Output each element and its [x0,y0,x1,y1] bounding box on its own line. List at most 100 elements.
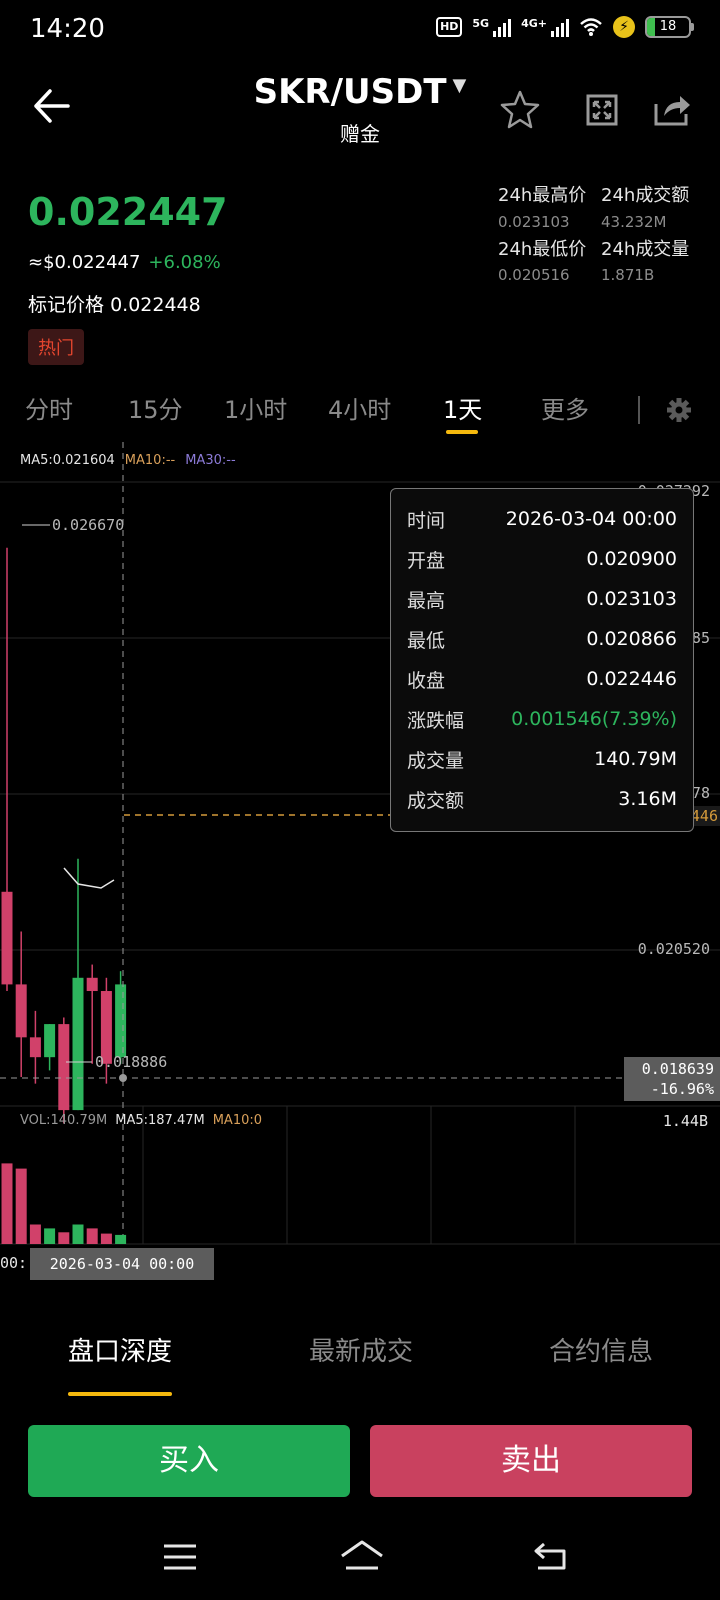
fullscreen-icon[interactable] [580,88,624,132]
tab-contract-info[interactable]: 合约信息 [549,1331,653,1368]
pair-name: SKR/USDT [253,72,447,112]
status-icons: HD 5G 4G+ ⚡ 18 [436,16,694,38]
usd-price: ≈$0.022447 [28,252,141,273]
tooltip-label: 最高 [407,589,446,612]
stat-value-volume: 1.871B [601,266,655,284]
tooltip-label: 最低 [407,629,446,652]
tooltip-value: 0.001546(7.39%) [511,708,677,730]
crosshair-pct: -16.96% [650,1080,714,1098]
stat-value-low: 0.020516 [498,266,570,284]
volume-ma5: MA5:187.47M [115,1113,205,1128]
stat-label-low: 24h最低价 [498,239,587,260]
crosshair-time-box: 2026-03-04 00:00 [30,1248,214,1280]
volume-ma10: MA10:0 [212,1113,263,1128]
stat-label-high: 24h最高价 [498,185,587,206]
signal-2-label: 4G+ [521,17,547,30]
tab-order-depth[interactable]: 盘口深度 [68,1331,172,1368]
volume-bar [29,1224,41,1244]
tooltip-value: 0.023103 [586,588,677,610]
volume-bar [44,1228,56,1244]
ma5-line [63,867,115,889]
stat-label-volume: 24h成交量 [601,239,690,260]
tab-15m[interactable]: 15分 [128,390,183,425]
tooltip-row: 收盘 0.022446 [407,659,677,699]
mark-price-label: 标记价格 [28,294,105,316]
crosshair-price: 0.018639 [641,1060,714,1078]
crosshair-point [119,1074,127,1082]
low-marker-label: 0.018886 [95,1053,167,1071]
tooltip-value: 0.020900 [586,548,677,570]
volume-bar [86,1228,98,1244]
tab-1h[interactable]: 1小时 [224,390,287,425]
tooltip-value: 140.79M [594,748,677,770]
crosshair-price-box: 0.018639 -16.96% [624,1057,720,1101]
candle-body[interactable] [72,977,84,1111]
volume-axis-max: 1.44B [662,1112,708,1130]
candle-body[interactable] [29,1037,41,1058]
volume-value: VOL:140.79M [20,1113,108,1128]
volume-bar [100,1233,112,1244]
signal-1-label: 5G [472,17,490,30]
tooltip-value: 0.020866 [586,628,677,650]
tooltip-row: 开盘 0.020900 [407,539,677,579]
signal-5g-icon: 5G [472,17,512,37]
candle-body[interactable] [58,1024,70,1111]
tab-4h[interactable]: 4小时 [328,390,391,425]
tooltip-label: 成交额 [407,789,465,812]
tab-separator [638,396,640,424]
stat-label-turnover: 24h成交额 [601,185,690,206]
tooltip-value: 0.022446 [586,668,677,690]
candle-body[interactable] [44,1024,56,1058]
status-time: 14:20 [30,14,105,44]
menu-icon[interactable] [162,1542,198,1572]
tooltip-label: 涨跌幅 [407,709,465,732]
pair-dropdown-icon: ▼ [452,75,467,96]
tooltip-label: 成交量 [407,749,465,772]
favorite-star-icon[interactable] [498,88,542,132]
chart-settings-gear-icon[interactable] [666,397,692,423]
time-axis-fragment: 00: [0,1254,28,1272]
stat-value-high: 0.023103 [498,213,570,231]
tooltip-label: 时间 [407,509,446,532]
tab-more[interactable]: 更多 [541,390,589,425]
tooltip-row: 成交量 140.79M [407,739,677,779]
hd-badge: HD [436,17,463,37]
candle-body[interactable] [115,984,127,1058]
volume-indicator-row: VOL:140.79M MA5:187.47M MA10:0 [20,1113,262,1128]
buy-button[interactable]: 买入 [28,1425,350,1497]
home-icon[interactable] [338,1538,386,1574]
last-price: 0.022447 [28,190,228,234]
candle-body[interactable] [1,891,13,985]
tab-1d[interactable]: 1天 [443,390,482,425]
tooltip-row: 成交额 3.16M [407,779,677,819]
tooltip-label: 收盘 [407,669,446,692]
candle-body[interactable] [15,984,27,1038]
back-nav-icon[interactable] [532,1540,568,1572]
share-icon[interactable] [650,88,694,132]
tooltip-row: 时间 2026-03-04 00:00 [407,499,677,539]
wifi-icon [580,18,602,36]
tooltip-row: 最高 0.023103 [407,579,677,619]
tooltip-label: 开盘 [407,549,446,572]
signal-4g-icon: 4G+ [521,17,569,37]
tooltip-row: 涨跌幅 0.001546(7.39%) [407,699,677,739]
battery-level: 18 [659,19,677,34]
current-price-tag: 0.022446 [690,806,720,826]
tooltip-value: 2026-03-04 00:00 [505,508,677,530]
bottom-tab-active-indicator [68,1392,172,1396]
hot-tag: 热门 [28,329,84,365]
volume-bar [1,1163,13,1244]
tab-latest-trades[interactable]: 最新成交 [309,1331,413,1368]
usd-price-row: ≈$0.022447 +6.08% [28,252,221,273]
volume-bar [72,1224,84,1244]
tab-active-indicator [446,430,478,434]
mark-price-row: 标记价格 0.022448 [28,290,201,317]
candle-body[interactable] [86,977,98,992]
price-axis-label: 0.020520 [638,940,710,958]
tab-timeshare[interactable]: 分时 [25,390,73,425]
sell-button[interactable]: 卖出 [370,1425,692,1497]
battery-icon: 18 [645,16,694,38]
tooltip-row: 最低 0.020866 [407,619,677,659]
volume-bar [58,1232,70,1244]
candle-tooltip: 时间 2026-03-04 00:00 开盘 0.020900 最高 0.023103 最低… [390,488,694,832]
